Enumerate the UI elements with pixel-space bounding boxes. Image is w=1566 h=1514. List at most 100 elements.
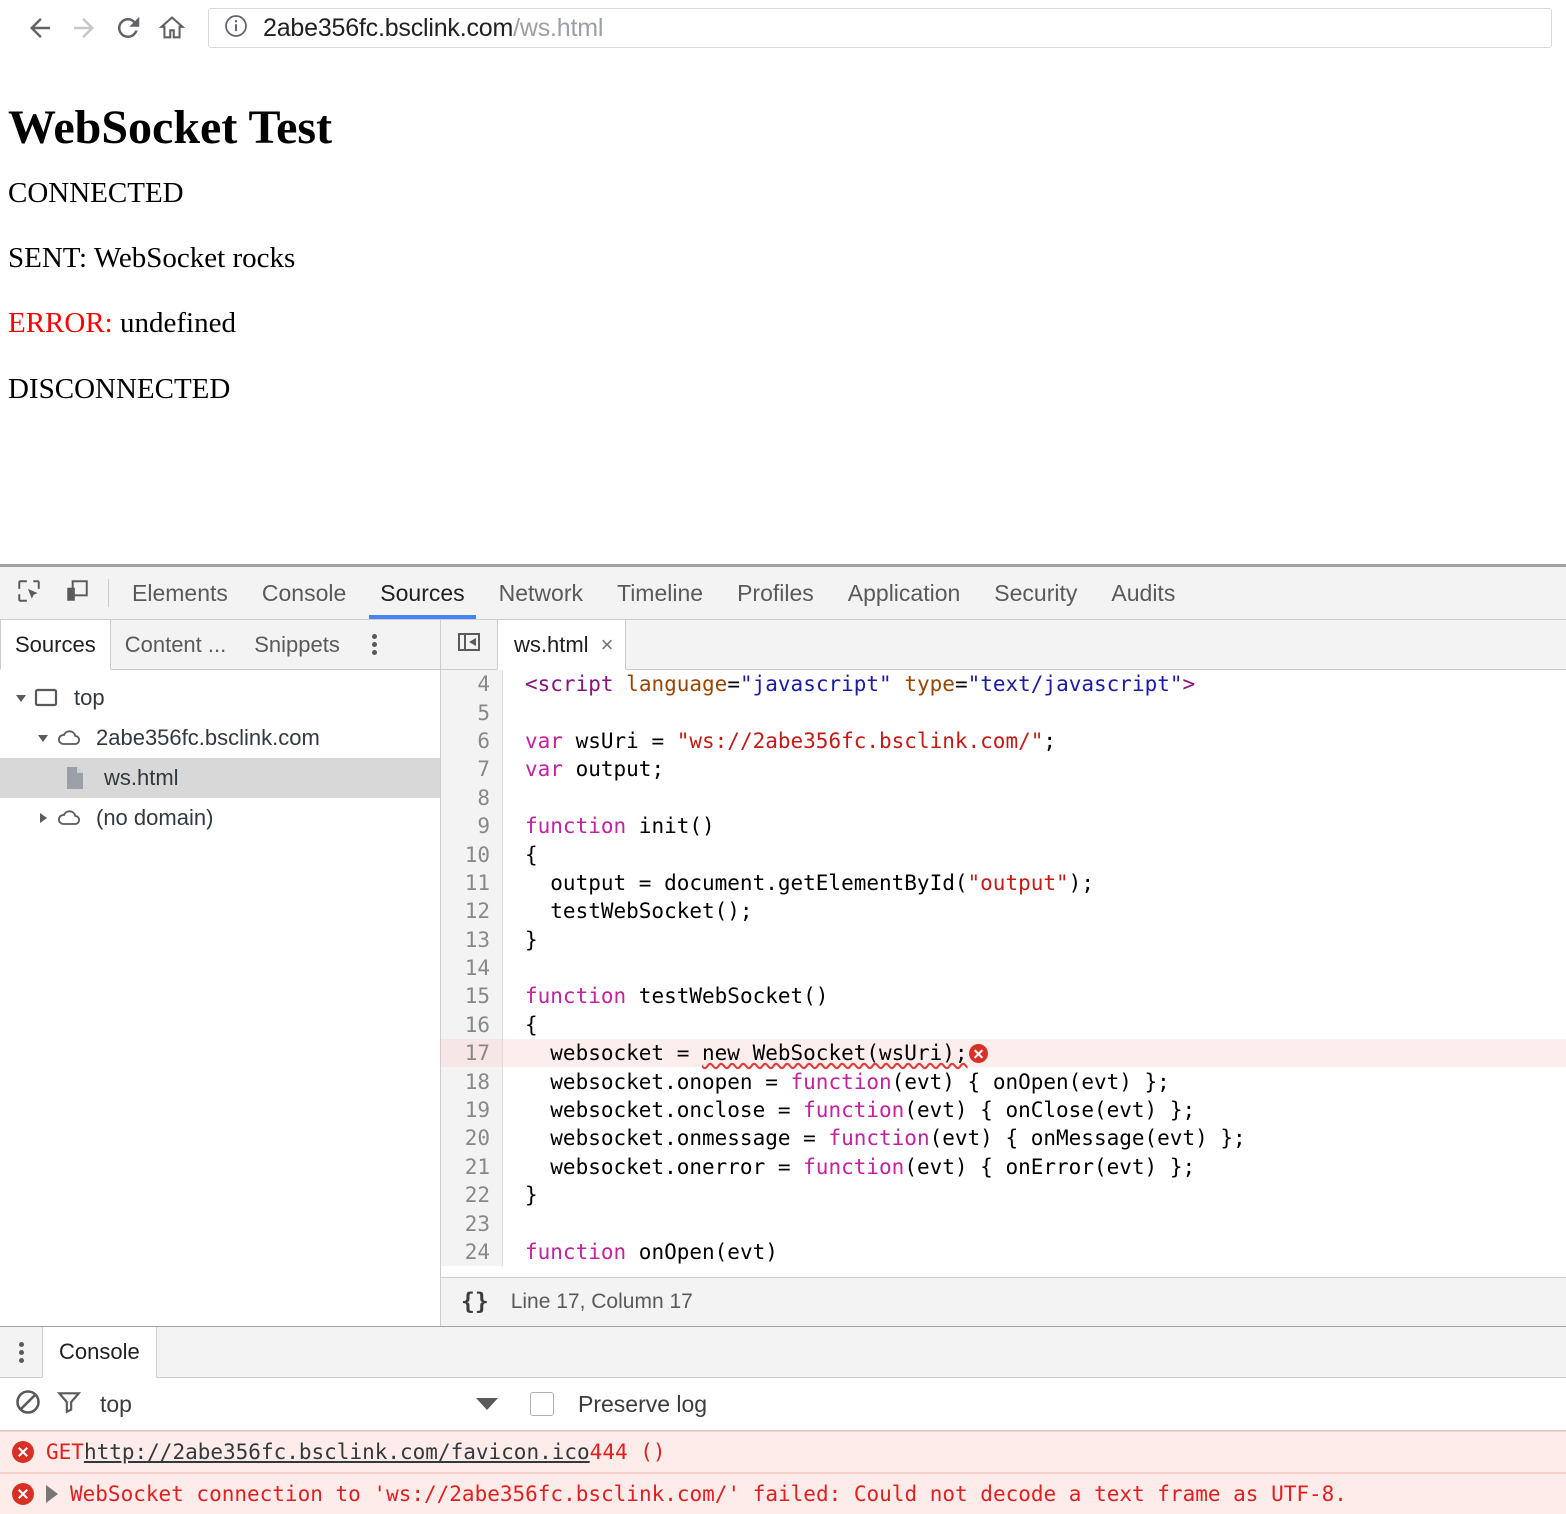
tree-item-ws-html[interactable]: ws.html [0, 758, 440, 798]
line-number[interactable]: 10 [441, 840, 503, 869]
console-message[interactable]: GET http://2abe356fc.bsclink.com/favicon… [0, 1431, 1566, 1473]
code-viewer[interactable]: 4 <script language="javascript" type="tex… [441, 670, 1566, 1277]
page-info-icon[interactable] [223, 13, 249, 44]
source-editor: ws.html × 4 <script language="javascript"… [441, 620, 1566, 1326]
line-number[interactable]: 12 [441, 897, 503, 926]
chevron-down-icon[interactable] [475, 1398, 498, 1410]
code-line: 8 [441, 783, 1566, 812]
line-number[interactable]: 11 [441, 868, 503, 898]
page-viewport: WebSocket Test CONNECTED SENT: WebSocket… [0, 56, 1566, 564]
code-text[interactable]: testWebSocket(); [503, 899, 752, 923]
url-host: 2abe356fc.bsclink.com [263, 13, 514, 42]
code-text[interactable]: { [503, 843, 538, 867]
inspect-element-button[interactable] [10, 574, 48, 612]
output-line-disconnected: DISCONNECTED [8, 373, 1558, 406]
execution-context-selector[interactable]: top [100, 1391, 132, 1418]
line-number[interactable]: 17 [441, 1039, 503, 1068]
devtools-panel: Elements Console Sources Network Timelin… [0, 564, 1566, 1514]
code-text[interactable]: function init() [503, 814, 715, 838]
line-number[interactable]: 8 [441, 783, 503, 812]
navigator-tab-content-scripts[interactable]: Content ... [111, 620, 241, 669]
editor-tab-label: ws.html [514, 631, 589, 657]
tab-audits[interactable]: Audits [1094, 567, 1192, 619]
error-icon [12, 1483, 34, 1505]
line-number[interactable]: 21 [441, 1152, 503, 1182]
code-text[interactable]: websocket.onmessage = function(evt) { on… [503, 1126, 1245, 1150]
line-number[interactable]: 7 [441, 755, 503, 784]
tab-sources[interactable]: Sources [363, 567, 481, 619]
code-line: 16{ [441, 1010, 1566, 1040]
line-number[interactable]: 13 [441, 925, 503, 954]
tab-timeline[interactable]: Timeline [600, 567, 720, 619]
tab-security[interactable]: Security [977, 567, 1094, 619]
line-number[interactable]: 19 [441, 1095, 503, 1125]
back-button[interactable] [18, 6, 62, 50]
error-label: ERROR: [8, 307, 113, 340]
tree-item-top[interactable]: top [0, 678, 440, 718]
reload-icon [113, 13, 143, 43]
reload-button[interactable] [106, 6, 150, 50]
console-message[interactable]: WebSocket connection to 'ws://2abe356fc.… [0, 1473, 1566, 1514]
code-text[interactable]: } [503, 1183, 538, 1207]
code-text[interactable]: output = document.getElementById("output… [503, 871, 1094, 895]
line-number[interactable]: 4 [441, 670, 503, 699]
code-text[interactable]: function onOpen(evt) [503, 1240, 778, 1264]
code-text[interactable]: websocket.onclose = function(evt) { onCl… [503, 1098, 1195, 1122]
drawer-tab-console[interactable]: Console [42, 1327, 157, 1378]
collapse-sidebar-button[interactable] [441, 620, 497, 669]
code-text[interactable]: websocket = new WebSocket(wsUri); [503, 1041, 988, 1065]
device-toolbar-button[interactable] [58, 574, 96, 612]
code-line: 21 websocket.onerror = function(evt) { o… [441, 1152, 1566, 1182]
devtools-tool-icons [0, 567, 108, 619]
code-text[interactable]: websocket.onerror = function(evt) { onEr… [503, 1155, 1195, 1179]
preserve-log-checkbox[interactable] [529, 1392, 554, 1416]
tab-application[interactable]: Application [831, 567, 978, 619]
line-number[interactable]: 6 [441, 726, 503, 756]
filter-button[interactable] [56, 1389, 82, 1420]
code-text[interactable]: function testWebSocket() [503, 984, 828, 1008]
line-number[interactable]: 24 [441, 1237, 503, 1267]
code-text[interactable]: var wsUri = "ws://2abe356fc.bsclink.com/… [503, 729, 1056, 753]
tree-item-domain[interactable]: 2abe356fc.bsclink.com [0, 718, 440, 758]
line-number[interactable]: 16 [441, 1010, 503, 1040]
line-number[interactable]: 9 [441, 811, 503, 841]
back-arrow-icon [25, 13, 55, 43]
tab-profiles[interactable]: Profiles [720, 567, 831, 619]
filter-icon [56, 1391, 82, 1419]
line-number[interactable]: 14 [441, 953, 503, 983]
code-text[interactable]: websocket.onopen = function(evt) { onOpe… [503, 1070, 1170, 1094]
code-line: 7 var output; [441, 755, 1566, 784]
chevron-down-icon[interactable] [30, 730, 56, 746]
line-number[interactable]: 22 [441, 1181, 503, 1210]
console-message-text: 444 () [589, 1440, 666, 1464]
clear-console-button[interactable] [14, 1388, 42, 1421]
tab-console[interactable]: Console [245, 567, 363, 619]
editor-tab-ws-html[interactable]: ws.html × [497, 620, 627, 670]
code-text[interactable]: { [503, 1013, 538, 1037]
expand-triangle-icon[interactable] [46, 1485, 58, 1503]
code-text[interactable]: } [503, 928, 538, 952]
line-number[interactable]: 20 [441, 1124, 503, 1153]
home-button[interactable] [150, 6, 194, 50]
kebab-menu-icon [372, 631, 378, 658]
line-number[interactable]: 18 [441, 1067, 503, 1096]
line-number[interactable]: 15 [441, 982, 503, 1011]
pretty-print-button[interactable]: {} [461, 1289, 489, 1315]
navigator-more-button[interactable] [354, 620, 396, 669]
tree-item-no-domain[interactable]: (no domain) [0, 798, 440, 838]
line-number[interactable]: 5 [441, 698, 503, 727]
tab-network[interactable]: Network [482, 567, 600, 619]
line-number[interactable]: 23 [441, 1209, 503, 1238]
drawer-more-button[interactable] [0, 1327, 42, 1377]
code-text[interactable]: var output; [503, 757, 664, 781]
forward-button[interactable] [62, 6, 106, 50]
code-text[interactable]: <script language="javascript" type="text… [503, 672, 1195, 696]
console-message-link[interactable]: http://2abe356fc.bsclink.com/favicon.ico [84, 1440, 590, 1464]
chevron-right-icon[interactable] [30, 810, 56, 826]
address-bar[interactable]: 2abe356fc.bsclink.com/ws.html [208, 8, 1552, 48]
navigator-tab-sources[interactable]: Sources [0, 620, 111, 670]
close-icon[interactable]: × [601, 633, 614, 656]
chevron-down-icon[interactable] [8, 690, 34, 706]
navigator-tab-snippets[interactable]: Snippets [240, 620, 354, 669]
tab-elements[interactable]: Elements [115, 567, 245, 619]
